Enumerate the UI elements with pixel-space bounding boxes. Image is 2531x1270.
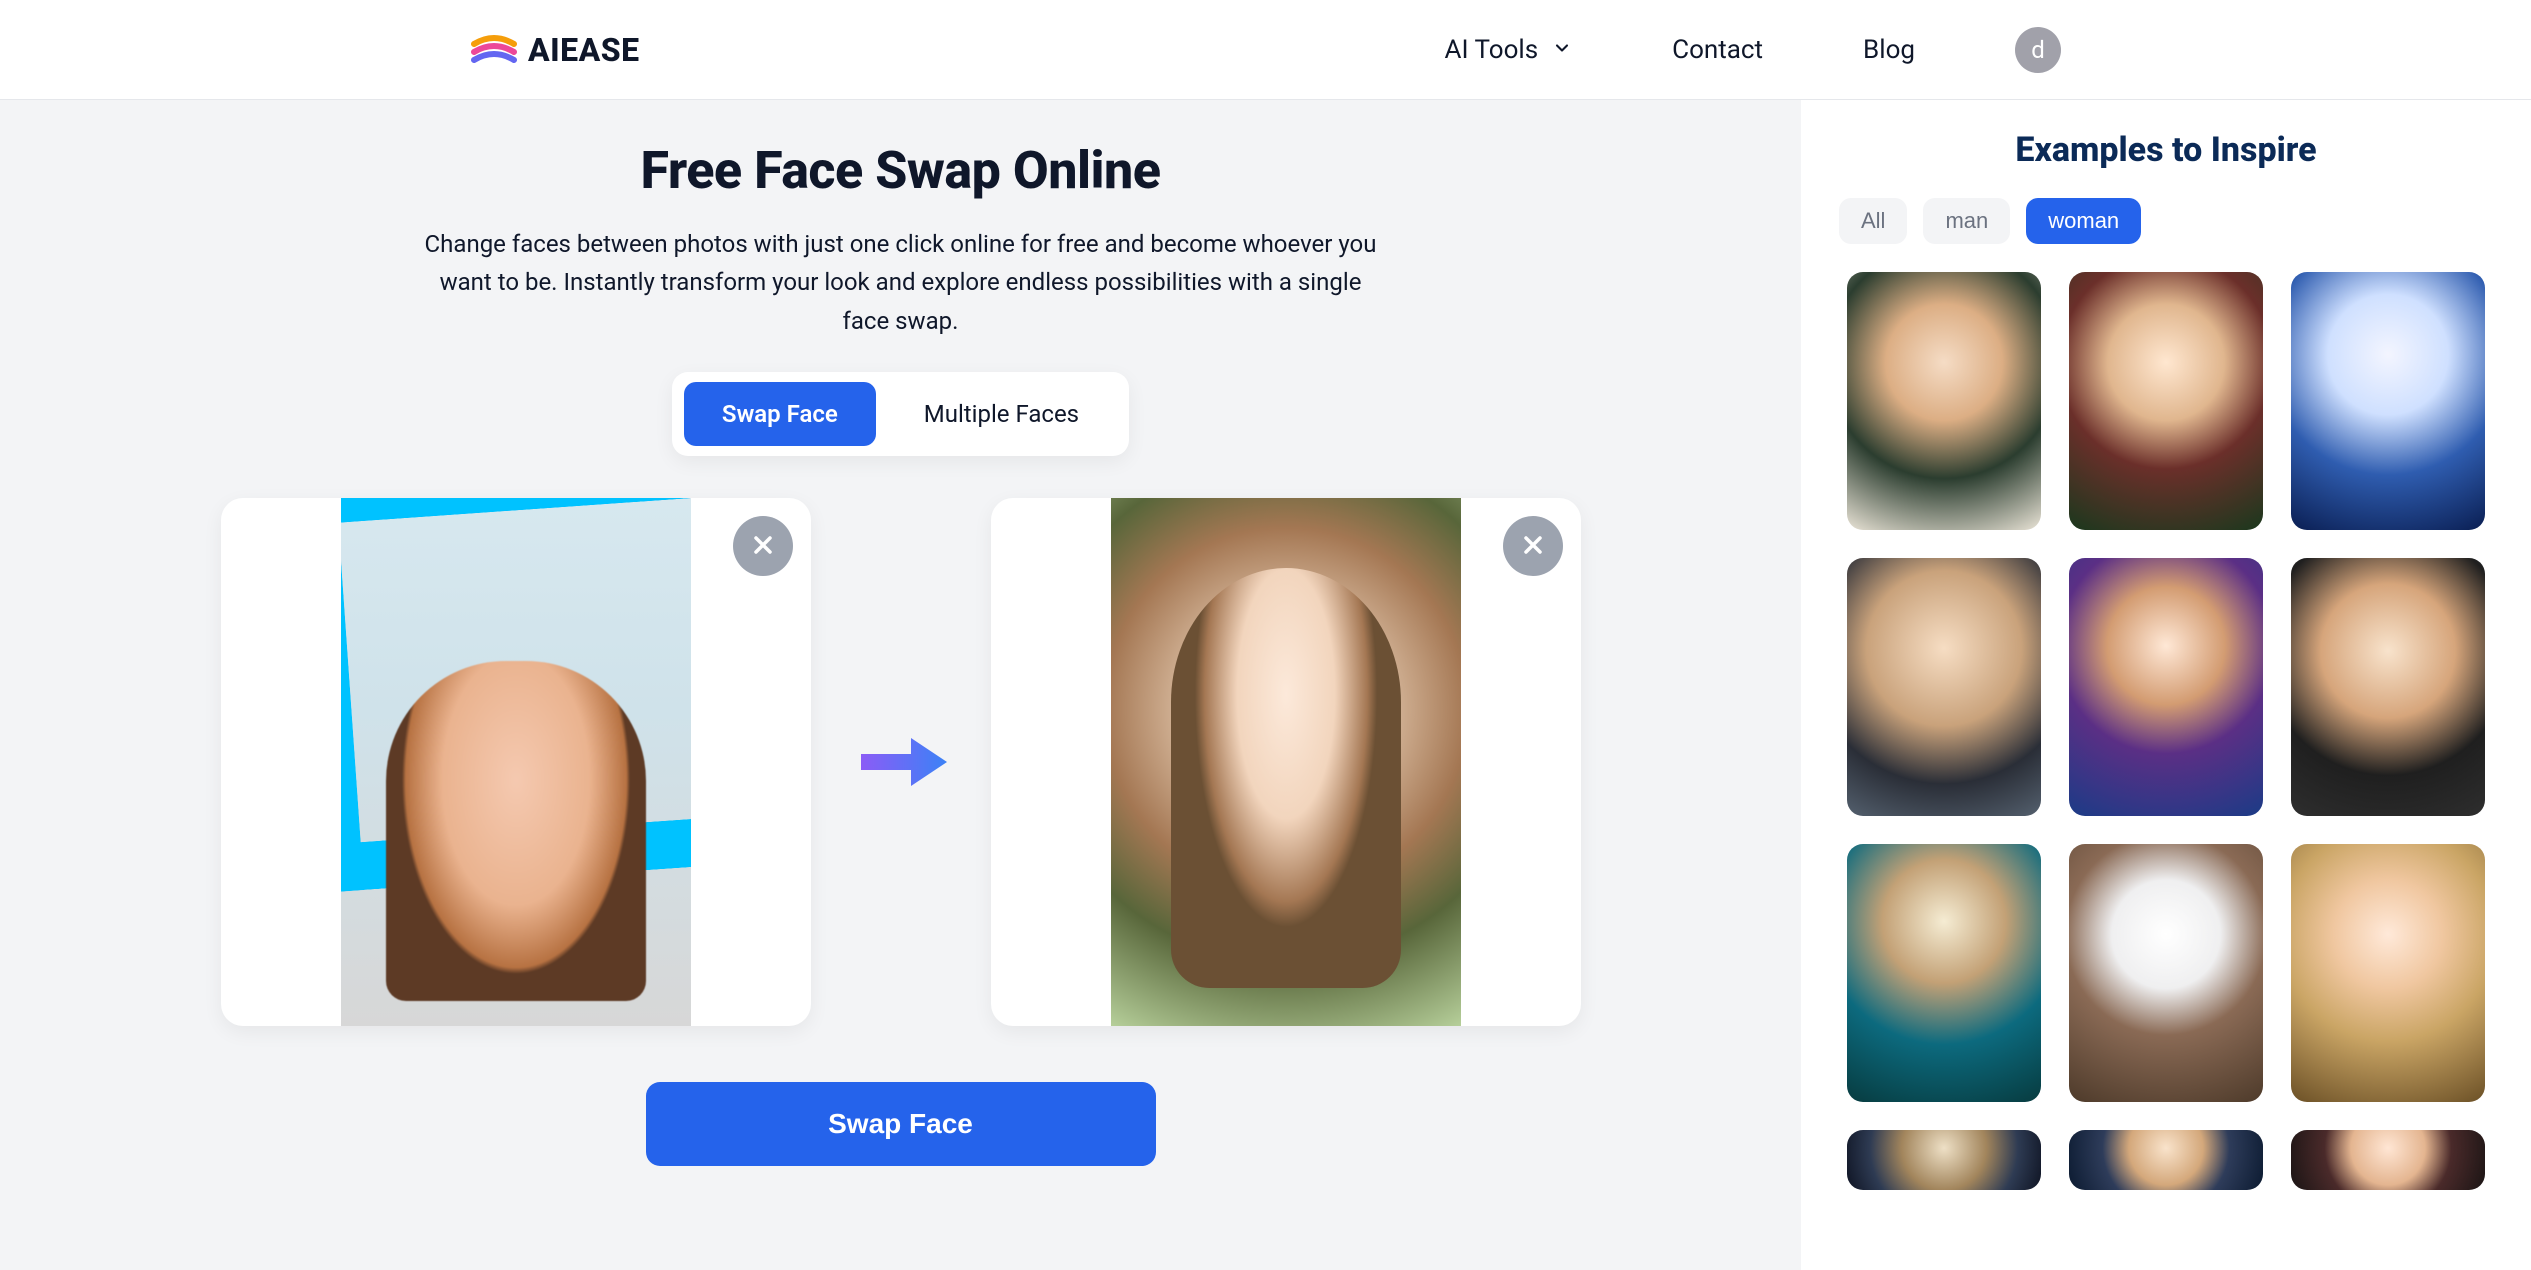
logo[interactable]: AIEASE [470,31,640,69]
nav-contact[interactable]: Contact [1672,35,1763,65]
example-thumb[interactable] [2291,844,2485,1102]
example-thumb[interactable] [2069,558,2263,816]
source-photo-card[interactable] [221,498,811,1026]
logo-icon [470,32,518,68]
logo-text: AIEASE [528,31,640,69]
close-icon [749,531,777,562]
examples-sidebar: Examples to Inspire All man woman [1801,100,2531,1270]
mode-tabs: Swap Face Multiple Faces [70,372,1731,456]
header: AIEASE AI Tools Contact Blog d [0,0,2531,100]
tab-swap-face-label: Swap Face [722,400,838,428]
example-thumb[interactable] [2291,1130,2485,1190]
nav-blog-label: Blog [1863,35,1915,65]
examples-grid [1833,272,2499,1190]
filter-all-label: All [1861,208,1885,233]
chevron-down-icon [1552,35,1572,65]
page-subtitle: Change faces between photos with just on… [301,225,1501,340]
avatar[interactable]: d [2015,27,2061,73]
example-thumb[interactable] [1847,272,2041,530]
filter-woman[interactable]: woman [2026,198,2141,244]
nav: AI Tools Contact Blog d [1445,27,2061,73]
target-photo-card[interactable] [991,498,1581,1026]
tab-multiple-faces-label: Multiple Faces [924,400,1079,428]
avatar-initial: d [2031,36,2045,64]
filter-all[interactable]: All [1839,198,1907,244]
arrow-right-icon [851,732,951,792]
close-icon [1519,531,1547,562]
tab-multiple-faces[interactable]: Multiple Faces [886,382,1117,446]
examples-title: Examples to Inspire [1833,130,2499,170]
example-thumb[interactable] [2069,272,2263,530]
nav-blog[interactable]: Blog [1863,35,1915,65]
swap-face-button[interactable]: Swap Face [646,1082,1156,1166]
example-thumb[interactable] [2069,844,2263,1102]
example-thumb[interactable] [2291,272,2485,530]
remove-source-button[interactable] [733,516,793,576]
page: Free Face Swap Online Change faces betwe… [0,100,2531,1270]
example-thumb[interactable] [1847,844,2041,1102]
page-title: Free Face Swap Online [70,140,1731,201]
swap-face-button-label: Swap Face [828,1108,973,1139]
example-thumb[interactable] [2291,558,2485,816]
filter-man-label: man [1945,208,1988,233]
example-thumb[interactable] [1847,558,2041,816]
main: Free Face Swap Online Change faces betwe… [0,100,1801,1270]
example-thumb[interactable] [2069,1130,2263,1190]
nav-contact-label: Contact [1672,35,1763,65]
filter-man[interactable]: man [1923,198,2010,244]
source-photo-image [341,498,691,1026]
target-photo-image [1111,498,1461,1026]
swap-area [70,498,1731,1026]
example-thumb[interactable] [1847,1130,2041,1190]
nav-ai-tools[interactable]: AI Tools [1445,35,1573,65]
tab-swap-face[interactable]: Swap Face [684,382,876,446]
nav-ai-tools-label: AI Tools [1445,35,1539,65]
filter-row: All man woman [1833,198,2499,244]
remove-target-button[interactable] [1503,516,1563,576]
filter-woman-label: woman [2048,208,2119,233]
